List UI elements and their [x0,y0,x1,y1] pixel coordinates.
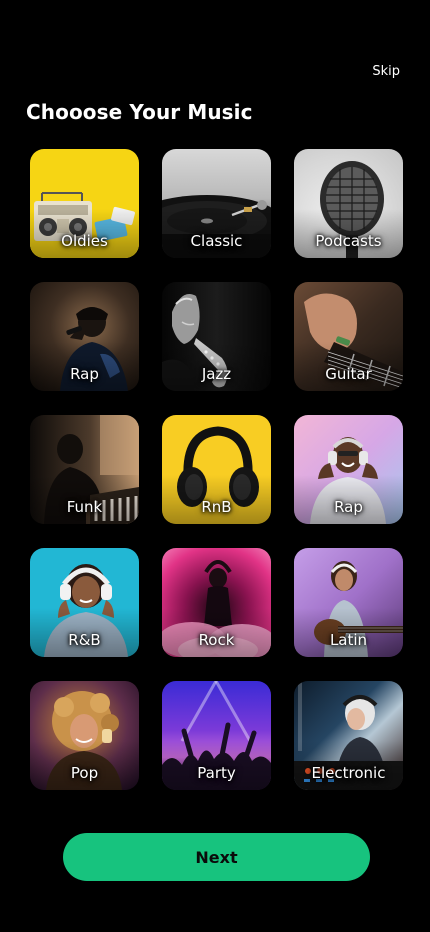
genre-label: Classic [190,232,243,250]
genre-label: Rap [334,498,363,516]
genre-tile-electronic[interactable]: Electronic [294,681,403,790]
genre-label: R&B [68,631,101,649]
genre-tile-latin[interactable]: Latin [294,548,403,657]
page-title: Chooose Your Music [26,100,253,124]
genre-tile-rock[interactable]: Rock [162,548,271,657]
genre-label: Rap [70,365,99,383]
genre-label: Funk [66,498,103,516]
genre-tile-funk[interactable]: Funk [30,415,139,524]
genre-tile-oldies[interactable]: Oldies [30,149,139,258]
genre-label: Latin [329,631,368,649]
next-button[interactable]: Next [63,833,370,881]
genre-grid: Oldies Classic Podcasts Rap Jazz Guitar … [30,149,403,790]
genre-tile-rnb[interactable]: RnB [162,415,271,524]
genre-tile-party[interactable]: Party [162,681,271,790]
genre-tile-jazz[interactable]: Jazz [162,282,271,391]
genre-label: Guitar [325,365,372,383]
genre-label: Oldies [61,232,108,250]
genre-tile-podcasts[interactable]: Podcasts [294,149,403,258]
genre-label: Jazz [201,365,232,383]
genre-tile-r-and-b[interactable]: R&B [30,548,139,657]
genre-label: Rock [198,631,235,649]
genre-label: Pop [70,764,99,782]
genre-tile-pop[interactable]: Pop [30,681,139,790]
genre-tile-rap[interactable]: Rap [294,415,403,524]
genre-label: Podcasts [315,232,382,250]
skip-button[interactable]: Skip [372,64,400,79]
genre-label: RnB [201,498,232,516]
genre-label: Party [197,764,236,782]
genre-tile-rap[interactable]: Rap [30,282,139,391]
genre-tile-guitar[interactable]: Guitar [294,282,403,391]
genre-label: Electronic [311,764,386,782]
genre-tile-classic[interactable]: Classic [162,149,271,258]
